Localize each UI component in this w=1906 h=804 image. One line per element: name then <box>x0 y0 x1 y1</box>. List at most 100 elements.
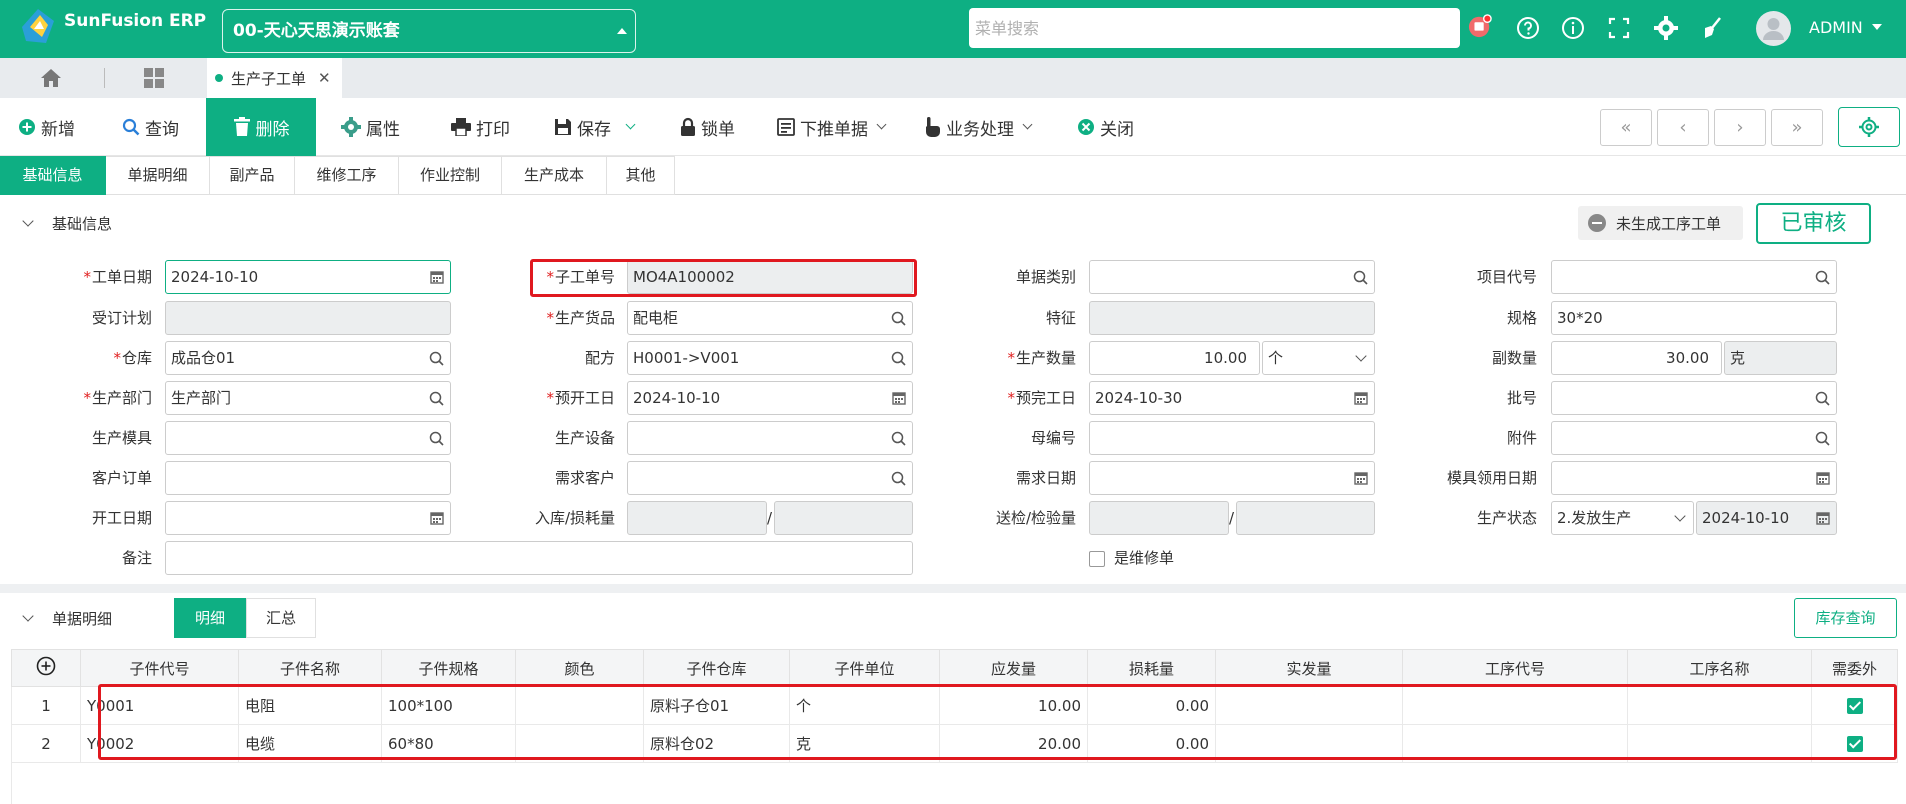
quantity-field[interactable]: 10.00 <box>1089 341 1260 375</box>
search-icon[interactable] <box>429 391 444 406</box>
column-header[interactable]: 应发量 <box>939 649 1088 687</box>
tab-byproducts[interactable]: 副产品 <box>210 156 295 195</box>
cell-part-spec[interactable]: 60*80 <box>381 724 516 763</box>
cell-op-name[interactable] <box>1627 686 1812 725</box>
caret-down-icon[interactable] <box>1872 24 1882 30</box>
column-header[interactable]: 子件单位 <box>789 649 940 687</box>
stock-query-button[interactable]: 库存查询 <box>1794 598 1897 638</box>
help-icon[interactable] <box>1516 16 1540 40</box>
cell-warehouse[interactable]: 原料子仓01 <box>643 686 790 725</box>
fullscreen-icon[interactable] <box>1607 16 1631 40</box>
home-icon[interactable] <box>40 68 62 92</box>
product-field[interactable]: 配电柜 <box>627 301 913 335</box>
remark-field[interactable] <box>165 541 913 575</box>
calendar-icon[interactable] <box>1354 471 1368 485</box>
account-selector[interactable]: 00-天心天思演示账套 <box>222 9 636 53</box>
cell-actual-qty[interactable] <box>1215 724 1403 763</box>
equipment-field[interactable] <box>627 421 913 455</box>
table-row[interactable]: 1 Y0001 电阻 100*100 原料子仓01 个 10.00 0.00 <box>11 686 1898 725</box>
work-date-field[interactable]: 2024-10-10 <box>165 260 451 294</box>
column-header[interactable]: 子件代号 <box>80 649 239 687</box>
app-logo[interactable]: SunFusion ERP <box>18 7 206 47</box>
close-icon[interactable]: ✕ <box>318 69 331 87</box>
user-name[interactable]: ADMIN <box>1809 18 1863 37</box>
cell-outsource[interactable] <box>1811 686 1898 725</box>
delete-button[interactable]: 删除 <box>206 98 316 156</box>
cell-part-code[interactable]: Y0001 <box>80 686 239 725</box>
demand-date-field[interactable] <box>1089 461 1375 495</box>
parent-no-field[interactable] <box>1089 421 1375 455</box>
cell-color[interactable] <box>515 724 644 763</box>
column-header[interactable]: 损耗量 <box>1087 649 1216 687</box>
demand-customer-field[interactable] <box>627 461 913 495</box>
last-record-button[interactable]: » <box>1771 109 1823 146</box>
plan-end-field[interactable]: 2024-10-30 <box>1089 381 1375 415</box>
search-icon[interactable] <box>891 351 906 366</box>
search-icon[interactable] <box>891 471 906 486</box>
column-header[interactable]: 需委外 <box>1811 649 1898 687</box>
push-down-button[interactable]: 下推单据 <box>777 98 887 156</box>
first-record-button[interactable]: « <box>1600 109 1652 146</box>
sub-quantity-field[interactable]: 30.00 <box>1551 341 1722 375</box>
segment-summary[interactable]: 汇总 <box>246 598 316 638</box>
plan-start-field[interactable]: 2024-10-10 <box>627 381 913 415</box>
tab-production-cost[interactable]: 生产成本 <box>502 156 607 195</box>
add-row-button[interactable] <box>11 649 81 687</box>
department-field[interactable]: 生产部门 <box>165 381 451 415</box>
calendar-alert-icon[interactable] <box>1468 14 1492 38</box>
column-header[interactable]: 子件名称 <box>238 649 382 687</box>
tab-basic-info[interactable]: 基础信息 <box>0 156 106 195</box>
mold-use-date-field[interactable] <box>1551 461 1837 495</box>
calendar-icon[interactable] <box>430 511 444 525</box>
cell-unit[interactable]: 个 <box>789 686 940 725</box>
cell-op-name[interactable] <box>1627 724 1812 763</box>
gear-icon[interactable] <box>1654 16 1678 40</box>
cell-op-code[interactable] <box>1402 724 1628 763</box>
business-process-button[interactable]: 业务处理 <box>923 98 1033 156</box>
avatar[interactable] <box>1756 11 1791 46</box>
segment-detail[interactable]: 明细 <box>174 598 246 638</box>
cell-part-name[interactable]: 电缆 <box>238 724 382 763</box>
mold-field[interactable] <box>165 421 451 455</box>
search-icon[interactable] <box>429 351 444 366</box>
cell-loss-qty[interactable]: 0.00 <box>1087 686 1216 725</box>
column-header[interactable]: 工序名称 <box>1627 649 1812 687</box>
warehouse-field[interactable]: 成品仓01 <box>165 341 451 375</box>
cell-loss-qty[interactable]: 0.00 <box>1087 724 1216 763</box>
tab-repair-ops[interactable]: 维修工序 <box>295 156 399 195</box>
batch-field[interactable] <box>1551 381 1837 415</box>
start-date-field[interactable] <box>165 501 451 535</box>
tab-doc-details[interactable]: 单据明细 <box>106 156 210 195</box>
production-status-select[interactable]: 2.发放生产 <box>1551 501 1694 535</box>
layout-settings-button[interactable] <box>1838 107 1900 147</box>
cell-issue-qty[interactable]: 20.00 <box>939 724 1088 763</box>
search-icon[interactable] <box>1815 270 1830 285</box>
doc-type-field[interactable] <box>1089 260 1375 294</box>
customer-order-field[interactable] <box>165 461 451 495</box>
search-icon[interactable] <box>1815 391 1830 406</box>
search-icon[interactable] <box>1353 270 1368 285</box>
spec-field[interactable]: 30*20 <box>1551 301 1837 335</box>
column-header[interactable]: 实发量 <box>1215 649 1403 687</box>
search-icon[interactable] <box>891 311 906 326</box>
tab-production-suborder[interactable]: 生产子工单 ✕ <box>207 58 342 98</box>
repair-order-checkbox[interactable] <box>1089 551 1105 567</box>
column-header[interactable]: 颜色 <box>515 649 644 687</box>
table-row[interactable]: 2 Y0002 电缆 60*80 原料仓02 克 20.00 0.00 <box>11 724 1898 763</box>
column-header[interactable]: 子件仓库 <box>643 649 790 687</box>
search-icon[interactable] <box>891 431 906 446</box>
outsource-checkbox[interactable] <box>1846 698 1863 714</box>
new-button[interactable]: 新增 <box>18 98 75 156</box>
quantity-unit-select[interactable]: 个 <box>1262 341 1375 375</box>
calendar-icon[interactable] <box>1354 391 1368 405</box>
attachment-field[interactable] <box>1551 421 1837 455</box>
query-button[interactable]: 查询 <box>122 98 179 156</box>
calendar-icon[interactable] <box>430 270 444 284</box>
cell-outsource[interactable] <box>1811 724 1898 763</box>
search-icon[interactable] <box>429 431 444 446</box>
save-button[interactable]: 保存 <box>554 98 636 156</box>
cell-part-name[interactable]: 电阻 <box>238 686 382 725</box>
cell-unit[interactable]: 克 <box>789 724 940 763</box>
column-header[interactable]: 工序代号 <box>1402 649 1628 687</box>
lock-button[interactable]: 锁单 <box>680 98 735 156</box>
